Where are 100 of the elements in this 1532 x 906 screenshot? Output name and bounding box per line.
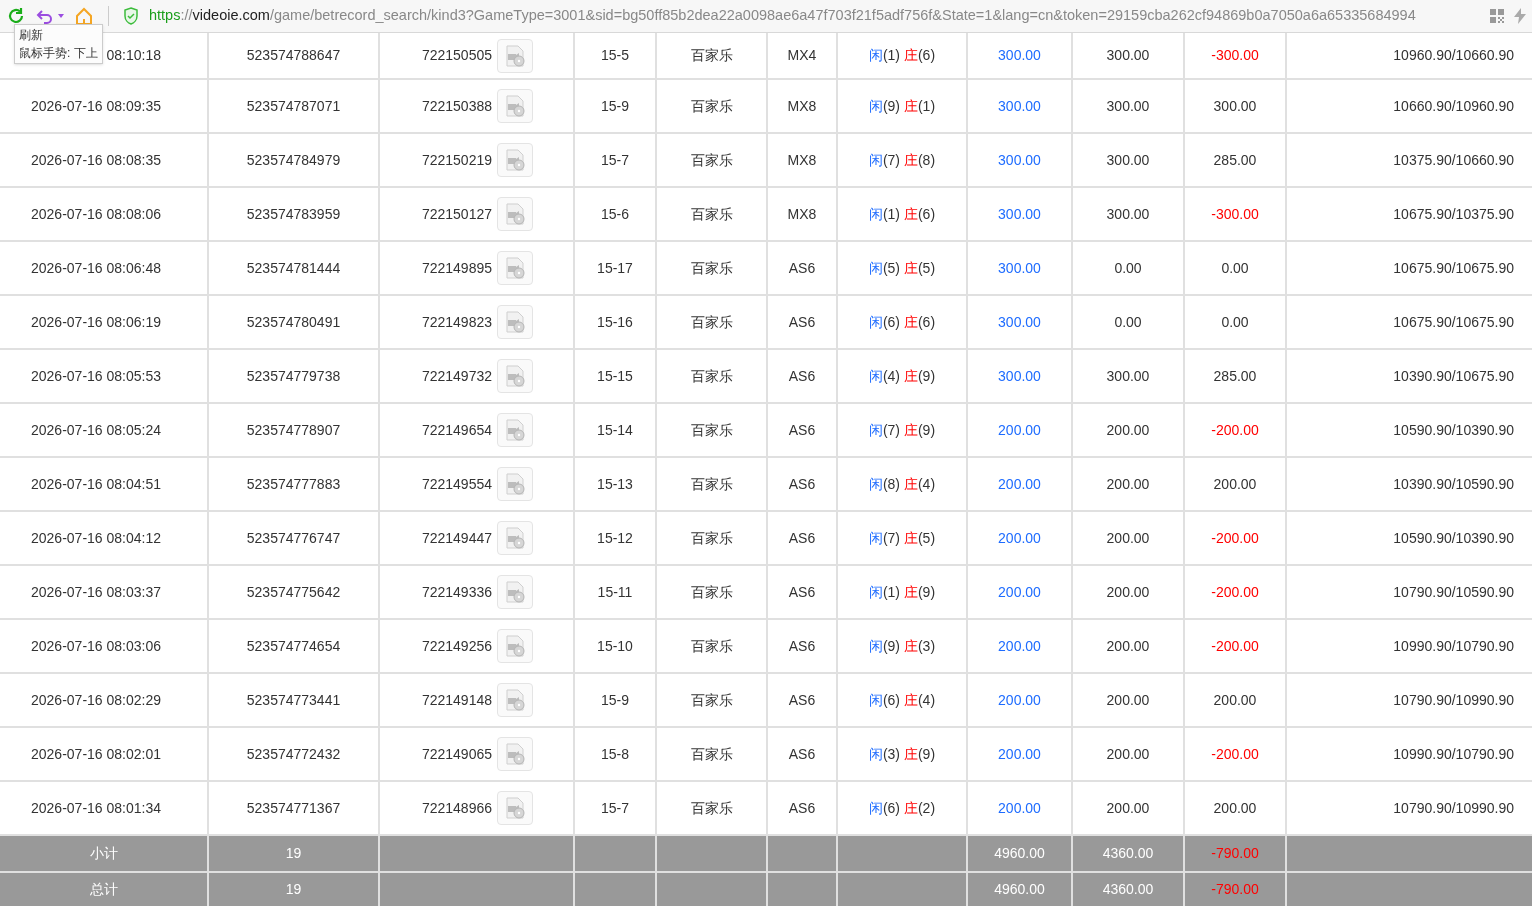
round-id-cell-text: 722149554 (421, 474, 492, 494)
game-cell-text: 百家乐 (690, 474, 733, 494)
table-cell-text: MX8 (787, 150, 817, 170)
game-cell-text: 百家乐 (690, 420, 733, 440)
bet-id-cell-text: 523574784979 (246, 150, 341, 170)
video-file-button[interactable] (497, 791, 533, 825)
shoe-cell-text: 15-15 (597, 366, 633, 386)
game-cell-text: 百家乐 (690, 204, 733, 224)
table-cell-text: MX4 (787, 46, 817, 65)
win-loss-cell-text: 200.00 (1213, 690, 1257, 710)
valid-bet-cell-text: 300.00 (1106, 204, 1150, 224)
video-file-icon (503, 472, 527, 496)
valid-bet-cell-text: 300.00 (1106, 366, 1150, 386)
time-cell-text: 2026-07-16 08:04:12 (31, 528, 161, 548)
result-cell-text: 闲(1) 庄(9) (868, 582, 936, 602)
table-cell-text: AS6 (788, 582, 816, 602)
time-cell-text: 2026-07-16 08:04:51 (31, 474, 161, 494)
game-cell-text: 百家乐 (690, 46, 733, 65)
balance-cell-text: 10790.90/10990.90 (1393, 690, 1514, 710)
valid-bet-cell-text: 200.00 (1106, 420, 1150, 440)
video-file-button[interactable] (497, 629, 533, 663)
bet-amount-cell-text: 300.00 (998, 258, 1041, 278)
time-cell-text: 2026-07-16 08:03:06 (31, 636, 161, 656)
video-file-icon (503, 310, 527, 334)
summary-bet-total: 4960.00 (994, 880, 1045, 899)
bet-id-cell-text: 523574787071 (246, 96, 341, 116)
shoe-cell-text: 15-5 (601, 46, 629, 65)
result-cell-text: 闲(6) 庄(6) (868, 312, 936, 332)
bet-id-cell-text: 523574788647 (246, 46, 341, 65)
bet-amount-cell-text: 200.00 (998, 474, 1041, 494)
valid-bet-cell-text: 300.00 (1106, 150, 1150, 170)
video-file-button[interactable] (497, 197, 533, 231)
shoe-cell-text: 15-10 (597, 636, 633, 656)
win-loss-cell-text: -200.00 (1211, 636, 1259, 656)
video-file-icon (503, 580, 527, 604)
summary-count: 19 (285, 844, 302, 863)
video-file-icon (503, 43, 527, 68)
time-cell-text: 2026-07-16 08:06:19 (31, 312, 161, 332)
video-file-button[interactable] (497, 467, 533, 501)
time-cell-text: 2026-07-16 08:05:53 (31, 366, 161, 386)
balance-cell-text: 10675.90/10675.90 (1393, 258, 1514, 278)
time-cell-text: 2026-07-16 08:01:34 (31, 798, 161, 818)
qr-code-icon[interactable] (1490, 9, 1504, 23)
video-file-button[interactable] (497, 683, 533, 717)
balance-cell-text: 10960.90/10660.90 (1393, 46, 1514, 65)
result-cell-text: 闲(5) 庄(5) (868, 258, 936, 278)
home-icon[interactable] (74, 6, 94, 26)
win-loss-cell-text: 300.00 (1213, 96, 1257, 116)
round-id-cell-text: 722149895 (421, 258, 492, 278)
time-cell-text: 2026-07-16 08:09:35 (31, 96, 161, 116)
win-loss-cell-text: 200.00 (1213, 798, 1257, 818)
video-file-icon (503, 94, 527, 118)
bet-id-cell-text: 523574783959 (246, 204, 341, 224)
time-cell-text: 2026-07-16 08:02:01 (31, 744, 161, 764)
valid-bet-cell-text: 0.00 (1114, 258, 1142, 278)
result-cell-text: 闲(7) 庄(5) (868, 528, 936, 548)
video-file-icon (503, 526, 527, 550)
undo-icon[interactable] (36, 7, 54, 25)
video-file-button[interactable] (497, 89, 533, 123)
table-cell-text: MX8 (787, 204, 817, 224)
win-loss-cell-text: -200.00 (1211, 420, 1259, 440)
time-cell-text: 2026-07-16 08:08:06 (31, 204, 161, 224)
balance-cell-text: 10790.90/10990.90 (1393, 798, 1514, 818)
video-file-button[interactable] (497, 413, 533, 447)
video-file-icon (503, 148, 527, 172)
bet-id-cell-text: 523574773441 (246, 690, 341, 710)
refresh-icon[interactable] (6, 6, 26, 26)
bet-amount-cell-text: 300.00 (998, 312, 1041, 332)
result-cell-text: 闲(7) 庄(9) (868, 420, 936, 440)
caret-icon[interactable] (58, 14, 64, 18)
video-file-button[interactable] (497, 575, 533, 609)
shoe-cell-text: 15-7 (601, 798, 629, 818)
balance-cell-text: 10390.90/10590.90 (1393, 474, 1514, 494)
video-file-icon (503, 202, 527, 226)
win-loss-cell-text: -300.00 (1211, 204, 1259, 224)
shoe-cell-text: 15-16 (597, 312, 633, 332)
table-cell-text: MX8 (787, 96, 817, 116)
video-file-button[interactable] (497, 305, 533, 339)
game-cell-text: 百家乐 (690, 258, 733, 278)
video-file-button[interactable] (497, 143, 533, 177)
video-file-button[interactable] (497, 251, 533, 285)
win-loss-cell-text: 285.00 (1213, 150, 1257, 170)
summary-valid-total: 4360.00 (1102, 880, 1154, 899)
video-file-button[interactable] (497, 737, 533, 771)
video-file-button[interactable] (497, 38, 533, 73)
round-id-cell-text: 722150127 (421, 204, 492, 224)
video-file-button[interactable] (497, 359, 533, 393)
lightning-icon[interactable] (1514, 8, 1526, 24)
video-file-icon (503, 688, 527, 712)
bet-amount-cell-text: 200.00 (998, 582, 1041, 602)
video-file-button[interactable] (497, 521, 533, 555)
address-field[interactable]: https://videoie.com/game/betrecord_search/kind3?GameType=3001&sid=bg50ff85b2dea22a0098ae6a47f703f21f5adf756f&State=1&lang=cn&token=29159cba262cf94869b0a7050a6a65335684994 (149, 5, 1480, 27)
bet-amount-cell-text: 200.00 (998, 690, 1041, 710)
valid-bet-cell-text: 200.00 (1106, 636, 1150, 656)
balance-cell-text: 10375.90/10660.90 (1393, 150, 1514, 170)
valid-bet-cell-text: 200.00 (1106, 798, 1150, 818)
balance-cell-text: 10590.90/10390.90 (1393, 420, 1514, 440)
table-cell-text: AS6 (788, 744, 816, 764)
round-id-cell-text: 722150219 (421, 150, 492, 170)
win-loss-cell-text: 0.00 (1221, 258, 1249, 278)
